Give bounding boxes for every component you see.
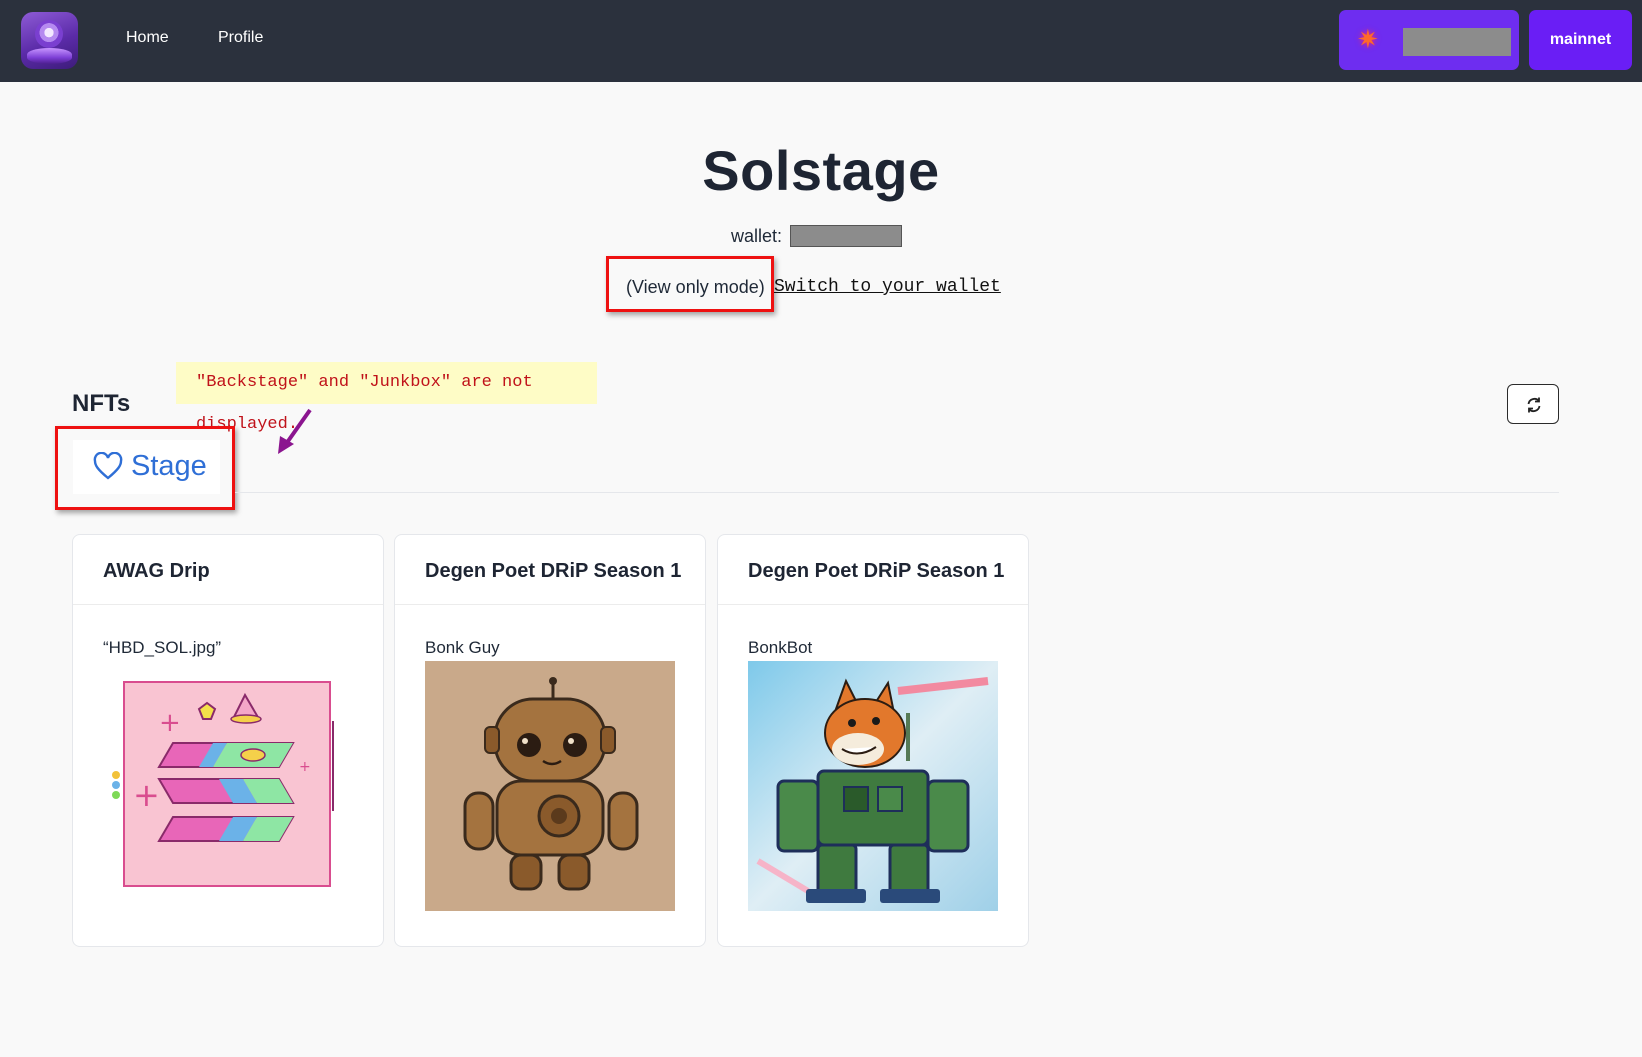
page-title: Solstage (702, 139, 940, 202)
logo-stage-shape (27, 48, 72, 64)
card-separator (718, 604, 1028, 605)
annotation-arrow-icon (278, 408, 312, 454)
nft-image-bonkbot[interactable] (748, 661, 998, 911)
nav-profile-link[interactable]: Profile (218, 29, 263, 47)
card-collection-title: AWAG Drip (103, 560, 210, 582)
nft-card[interactable]: Degen Poet DRiP Season 1 Bonk Guy (394, 534, 706, 947)
svg-text:+: + (299, 759, 311, 775)
logo-disc-shape (35, 20, 63, 48)
svg-text:+: + (133, 776, 160, 814)
wallet-button[interactable]: ✷ (1339, 10, 1519, 70)
card-nft-name: “HBD_SOL.jpg” (103, 638, 222, 657)
card-nft-name: Bonk Guy (425, 638, 500, 657)
nft-image-robot-sketch[interactable] (425, 661, 675, 911)
card-collection-title: Degen Poet DRiP Season 1 (425, 560, 682, 582)
wallet-address-redacted (790, 225, 902, 247)
switch-wallet-link[interactable]: Switch to your wallet (774, 277, 1001, 297)
refresh-icon (1527, 397, 1541, 413)
highlight-box-view-mode (606, 256, 774, 312)
nft-card[interactable]: AWAG Drip “HBD_SOL.jpg” + + + (72, 534, 384, 947)
nft-image-party-stack[interactable]: + + + (103, 661, 353, 911)
nfts-heading: NFTs (72, 390, 131, 417)
wallet-label: wallet: (731, 226, 783, 246)
highlight-box-stage-tab (55, 426, 235, 510)
card-separator (395, 604, 705, 605)
wallet-sparkle-icon: ✷ (1357, 24, 1379, 54)
card-collection-title: Degen Poet DRiP Season 1 (748, 560, 1005, 582)
svg-text:+: + (159, 708, 181, 738)
navbar: Home Profile ✷ mainnet (0, 0, 1642, 82)
tab-divider (235, 492, 1559, 493)
card-separator (73, 604, 383, 605)
nav-home-link[interactable]: Home (126, 29, 169, 47)
annotation-callout: "Backstage" and "Junkbox" are not displa… (176, 362, 597, 434)
card-nft-name: BonkBot (748, 638, 813, 657)
refresh-button[interactable] (1507, 384, 1559, 424)
network-button[interactable]: mainnet (1529, 10, 1632, 70)
app-logo[interactable] (21, 12, 78, 69)
nft-card[interactable]: Degen Poet DRiP Season 1 BonkBot (717, 534, 1029, 947)
wallet-address-redacted (1403, 28, 1511, 56)
